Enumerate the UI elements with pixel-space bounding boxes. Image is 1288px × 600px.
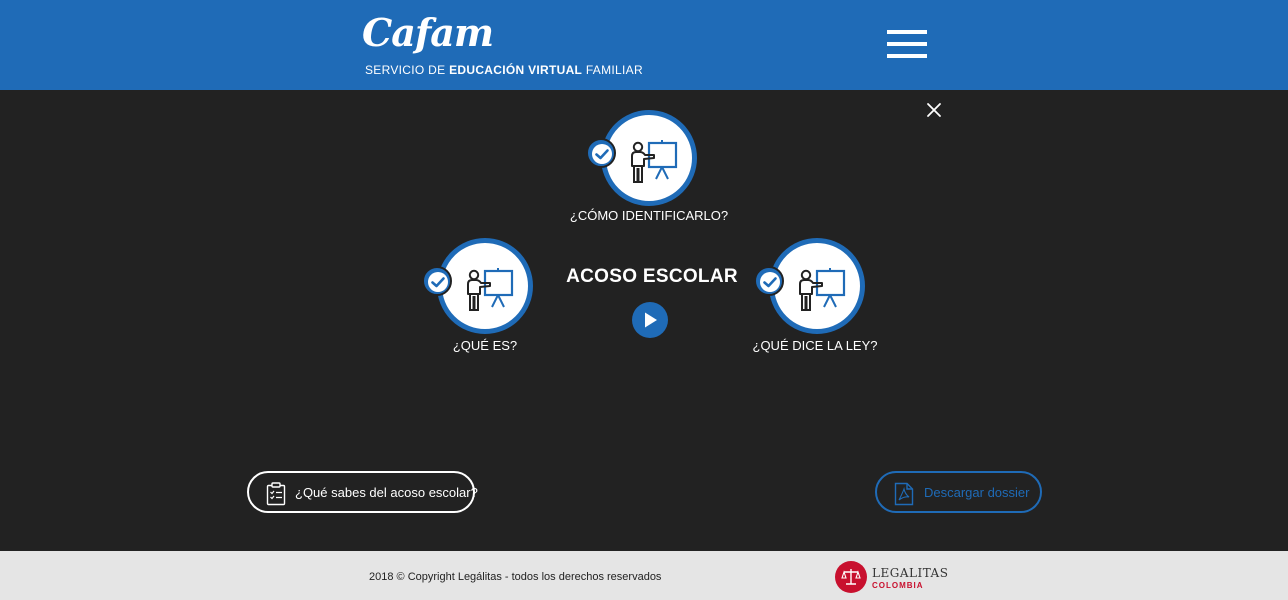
- header-tagline: SERVICIO DE EDUCACIÓN VIRTUAL FAMILIAR: [365, 63, 643, 77]
- legalitas-logo[interactable]: LEGALITAS COLOMBIA: [835, 560, 955, 594]
- clipboard-checklist-icon: [266, 482, 286, 506]
- topic-label-que-es[interactable]: ¿QUÉ ES?: [405, 338, 565, 353]
- topic-circle-button[interactable]: [769, 238, 865, 334]
- topic-circle-button[interactable]: [601, 110, 697, 206]
- completed-check-icon: [754, 266, 784, 296]
- site-header: Cafam SERVICIO DE EDUCACIÓN VIRTUAL FAMI…: [0, 0, 1288, 90]
- partner-name: LEGALITAS: [872, 566, 949, 580]
- topic-label-como-identificarlo[interactable]: ¿CÓMO IDENTIFICARLO?: [569, 208, 729, 223]
- quiz-button[interactable]: ¿Qué sabes del acoso escolar?: [247, 471, 478, 513]
- download-dossier-button[interactable]: Descargar dossier: [875, 471, 1042, 513]
- topic-node-que-dice-la-ley[interactable]: [754, 238, 865, 334]
- hamburger-menu-icon[interactable]: [885, 28, 929, 62]
- close-icon[interactable]: [924, 100, 944, 120]
- presenter-board-icon: [799, 268, 846, 311]
- topic-node-que-es[interactable]: [422, 238, 533, 334]
- download-dossier-label: Descargar dossier: [924, 485, 1030, 500]
- site-footer: 2018 © Copyright Legálitas - todos los d…: [0, 551, 1288, 600]
- copyright-text: 2018 © Copyright Legálitas - todos los d…: [369, 571, 662, 583]
- topic-label-que-dice-la-ley[interactable]: ¿QUÉ DICE LA LEY?: [735, 338, 895, 353]
- module-title: ACOSO ESCOLAR: [566, 266, 738, 287]
- presenter-board-icon: [467, 268, 514, 311]
- completed-check-icon: [422, 266, 452, 296]
- tagline-bold: EDUCACIÓN VIRTUAL: [449, 63, 583, 77]
- completed-check-icon: [586, 138, 616, 168]
- topic-modal: ¿CÓMO IDENTIFICARLO? ¿QUÉ ES? ¿QUÉ DICE …: [0, 90, 1288, 551]
- quiz-button-label: ¿Qué sabes del acoso escolar?: [295, 485, 478, 500]
- pdf-file-icon: [894, 482, 914, 506]
- topic-node-como-identificarlo[interactable]: [586, 110, 697, 206]
- topic-circle-button[interactable]: [437, 238, 533, 334]
- presenter-board-icon: [631, 140, 678, 183]
- tagline-suffix: FAMILIAR: [585, 63, 643, 77]
- tagline-prefix: SERVICIO DE: [365, 63, 446, 77]
- play-icon[interactable]: [632, 302, 668, 338]
- partner-country: COLOMBIA: [872, 581, 924, 590]
- logo-wordmark: Cafam: [362, 10, 494, 55]
- cafam-logo[interactable]: Cafam: [362, 10, 494, 56]
- scales-of-justice-icon: [835, 561, 867, 593]
